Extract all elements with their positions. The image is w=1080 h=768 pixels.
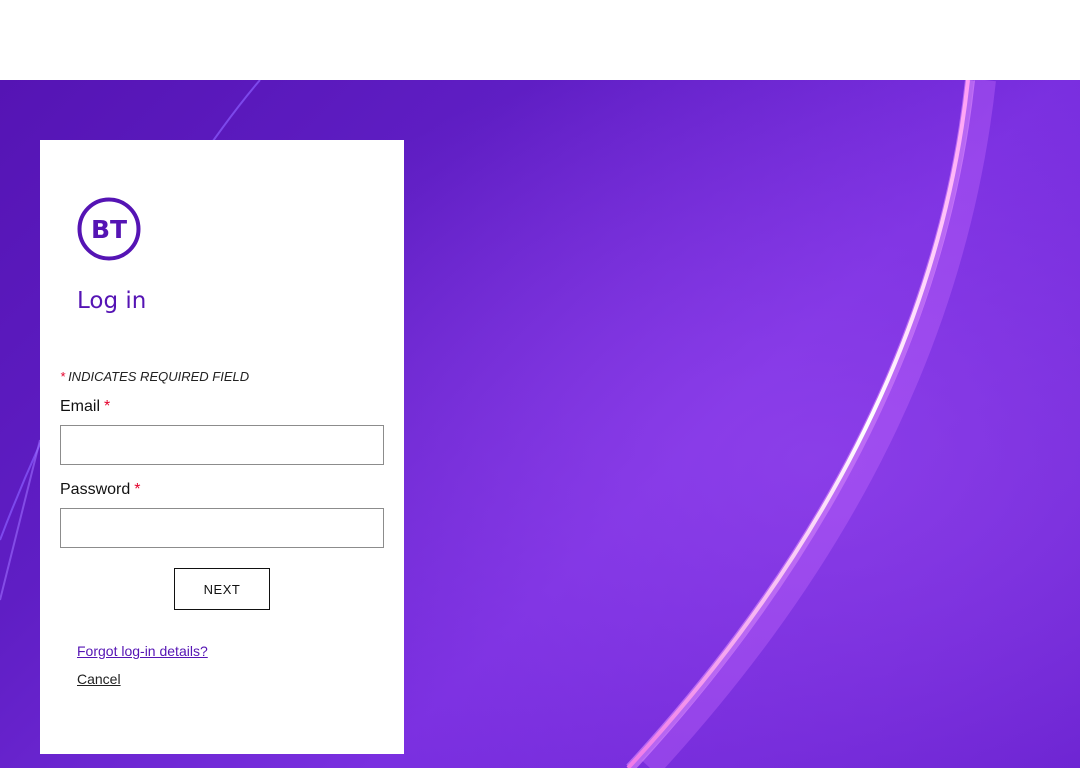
next-button[interactable]: NEXT	[174, 568, 270, 610]
bt-logo-text: BT	[91, 215, 127, 244]
required-field-note: * INDICATES REQUIRED FIELD	[60, 369, 249, 384]
password-label-text: Password	[60, 481, 131, 498]
forgot-login-details-link[interactable]: Forgot log-in details?	[77, 643, 208, 659]
password-field[interactable]	[60, 508, 384, 548]
cancel-link[interactable]: Cancel	[77, 671, 121, 687]
top-header-bar	[0, 0, 1080, 80]
login-card: BT Log in * INDICATES REQUIRED FIELD Emai…	[40, 140, 404, 754]
required-note-text: INDICATES REQUIRED FIELD	[68, 369, 250, 384]
email-label: Email *	[60, 398, 110, 416]
password-required-star: *	[134, 481, 141, 498]
required-star: *	[60, 369, 66, 384]
bt-logo-icon: BT	[77, 197, 141, 261]
email-label-text: Email	[60, 398, 101, 415]
email-field[interactable]	[60, 425, 384, 465]
password-label: Password *	[60, 481, 140, 499]
email-required-star: *	[104, 398, 111, 415]
page-title: Log in	[77, 288, 147, 314]
